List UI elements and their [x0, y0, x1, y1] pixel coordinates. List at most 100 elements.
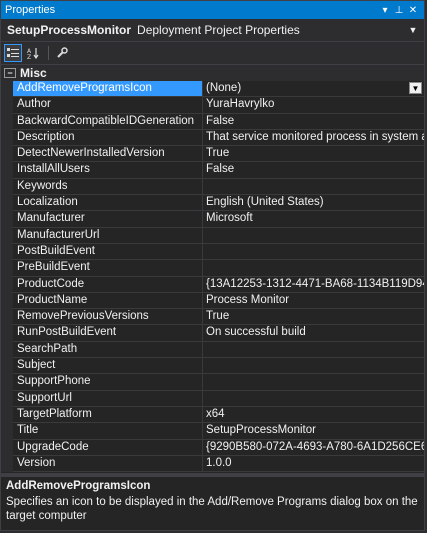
property-value[interactable] — [203, 260, 424, 277]
property-value-text: YuraHavrylko — [206, 98, 275, 111]
property-value[interactable] — [203, 358, 424, 375]
row-gutter — [1, 243, 13, 261]
property-name[interactable]: RunPostBuildEvent — [13, 325, 203, 342]
property-row[interactable]: Subject — [1, 358, 424, 375]
property-row[interactable]: SearchPath — [1, 341, 424, 359]
property-name[interactable]: RemovePreviousVersions — [13, 309, 203, 326]
row-gutter — [1, 325, 13, 342]
property-value[interactable]: {9290B580-072A-4693-A780-6A1D256CE615} — [203, 440, 424, 456]
property-row[interactable]: ManufacturerUrl — [1, 227, 424, 244]
property-row[interactable]: Version 1.0.0 — [1, 455, 424, 473]
toolbar-separator — [48, 46, 49, 60]
property-name[interactable]: UpgradeCode — [13, 439, 203, 456]
property-name[interactable]: Manufacturer — [13, 211, 203, 228]
property-name[interactable]: PostBuildEvent — [13, 243, 203, 261]
property-value-text: That service monitored process in system… — [206, 130, 424, 143]
property-value[interactable]: False — [203, 162, 424, 179]
row-gutter — [1, 292, 13, 310]
value-dropdown-icon[interactable]: ▼ — [409, 82, 422, 94]
pin-icon[interactable]: ⊥ — [392, 5, 406, 16]
property-name[interactable]: SearchPath — [13, 341, 203, 359]
property-row[interactable]: Title SetupProcessMonitor — [1, 423, 424, 440]
property-value[interactable]: 1.0.0 — [203, 456, 424, 473]
property-row[interactable]: AddRemoveProgramsIcon (None) ▼ — [1, 81, 424, 98]
property-name[interactable]: Subject — [13, 358, 203, 375]
window-position-dropdown-icon[interactable]: ▾ — [378, 5, 392, 16]
property-row[interactable]: Localization English (United States) — [1, 195, 424, 212]
property-value[interactable] — [203, 244, 424, 261]
property-value[interactable] — [203, 374, 424, 391]
property-name[interactable]: ProductCode — [13, 276, 203, 293]
property-value[interactable]: x64 — [203, 407, 424, 424]
property-value[interactable]: Process Monitor — [203, 293, 424, 310]
property-name[interactable]: Localization — [13, 195, 203, 212]
property-value-text: Microsoft — [206, 212, 253, 225]
close-icon[interactable]: ✕ — [406, 5, 420, 16]
property-row[interactable]: PreBuildEvent — [1, 260, 424, 277]
property-value[interactable]: True — [203, 309, 424, 326]
row-gutter — [1, 97, 13, 114]
object-selector[interactable]: SetupProcessMonitor Deployment Project P… — [1, 19, 424, 42]
property-row[interactable]: Keywords — [1, 178, 424, 196]
property-name[interactable]: AddRemoveProgramsIcon — [13, 81, 203, 98]
property-value[interactable]: Microsoft — [203, 211, 424, 228]
property-name[interactable]: SupportUrl — [13, 390, 203, 407]
categorized-icon — [7, 48, 19, 57]
property-row[interactable]: PostBuildEvent — [1, 243, 424, 261]
property-row[interactable]: InstallAllUsers False — [1, 162, 424, 179]
property-value[interactable]: On successful build — [203, 325, 424, 342]
property-row[interactable]: Manufacturer Microsoft — [1, 211, 424, 228]
row-gutter — [1, 146, 13, 163]
property-row[interactable]: SupportPhone — [1, 374, 424, 391]
property-value[interactable] — [203, 391, 424, 407]
property-name[interactable]: ManufacturerUrl — [13, 227, 203, 244]
property-row[interactable]: TargetPlatform x64 — [1, 406, 424, 424]
categorized-button[interactable] — [4, 44, 22, 62]
property-value[interactable]: That service monitored process in system… — [203, 130, 424, 147]
row-gutter — [1, 195, 13, 212]
property-row[interactable]: UpgradeCode {9290B580-072A-4693-A780-6A1D… — [1, 439, 424, 456]
property-value[interactable]: False — [203, 114, 424, 130]
property-name[interactable]: Version — [13, 455, 203, 473]
property-row[interactable]: SupportUrl — [1, 390, 424, 407]
property-row[interactable]: ProductName Process Monitor — [1, 292, 424, 310]
property-row[interactable]: ProductCode {13A12253-1312-4471-BA68-1134… — [1, 276, 424, 293]
row-gutter — [1, 390, 13, 407]
property-name[interactable]: PreBuildEvent — [13, 260, 203, 277]
description-text: Specifies an icon to be displayed in the… — [6, 496, 418, 522]
property-row[interactable]: BackwardCompatibleIDGeneration False — [1, 113, 424, 130]
property-pages-button[interactable] — [53, 44, 71, 62]
property-row[interactable]: RunPostBuildEvent On successful build — [1, 325, 424, 342]
property-value[interactable]: (None) ▼ — [203, 81, 424, 98]
category-header[interactable]: − Misc — [1, 65, 424, 81]
property-value-text: True — [206, 310, 230, 323]
property-value[interactable] — [203, 228, 424, 244]
property-name[interactable]: BackwardCompatibleIDGeneration — [13, 113, 203, 130]
property-value[interactable]: SetupProcessMonitor — [203, 423, 424, 440]
property-value[interactable]: YuraHavrylko — [203, 97, 424, 114]
property-name[interactable]: InstallAllUsers — [13, 162, 203, 179]
chevron-down-icon[interactable]: ▼ — [408, 25, 418, 35]
property-row[interactable]: Description That service monitored proces… — [1, 129, 424, 147]
property-name[interactable]: Author — [13, 97, 203, 114]
property-value[interactable] — [203, 179, 424, 196]
property-value[interactable] — [203, 342, 424, 359]
property-row[interactable]: RemovePreviousVersions True — [1, 309, 424, 326]
property-value[interactable]: True — [203, 146, 424, 163]
property-row[interactable]: Author YuraHavrylko — [1, 97, 424, 114]
property-name[interactable]: Title — [13, 423, 203, 440]
property-value-text: SetupProcessMonitor — [206, 424, 316, 437]
property-value[interactable]: {13A12253-1312-4471-BA68-1134B119D948} — [203, 277, 424, 293]
property-name[interactable]: Description — [13, 129, 203, 147]
property-name[interactable]: TargetPlatform — [13, 406, 203, 424]
collapse-icon[interactable]: − — [4, 68, 16, 78]
property-name[interactable]: ProductName — [13, 292, 203, 310]
property-value-text: On successful build — [206, 326, 306, 339]
property-name[interactable]: Keywords — [13, 178, 203, 196]
property-value[interactable]: English (United States) — [203, 195, 424, 212]
property-value-text: x64 — [206, 407, 225, 420]
property-row[interactable]: DetectNewerInstalledVersion True — [1, 146, 424, 163]
property-name[interactable]: DetectNewerInstalledVersion — [13, 146, 203, 163]
property-name[interactable]: SupportPhone — [13, 374, 203, 391]
alphabetical-button[interactable]: A Z — [24, 44, 42, 62]
